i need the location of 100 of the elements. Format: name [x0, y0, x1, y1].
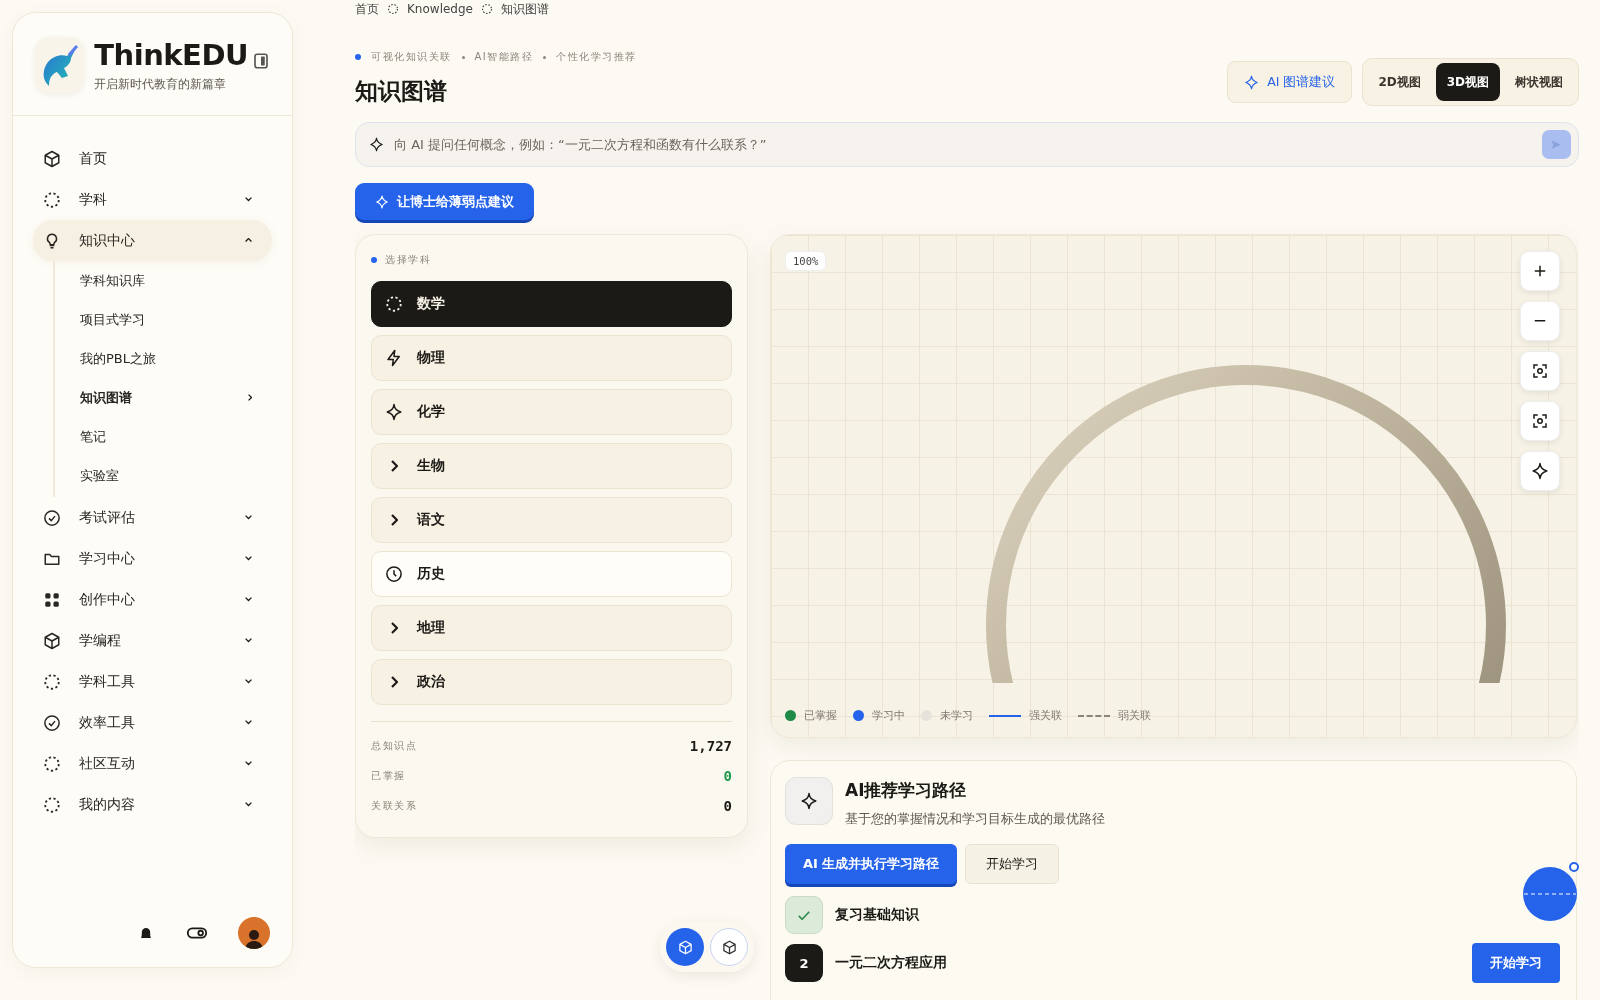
feature-tag: 个性化学习推荐: [556, 50, 637, 64]
nav-item[interactable]: 学科工具: [33, 661, 272, 702]
view-tab[interactable]: 树状视图: [1504, 63, 1574, 101]
ai-suggest-button[interactable]: AI 图谱建议: [1227, 61, 1353, 103]
stat-label: 已掌握: [371, 769, 406, 783]
avatar[interactable]: [238, 917, 270, 949]
grid-icon: [43, 590, 61, 609]
chevron-icon: [390, 676, 398, 688]
status-dot: [355, 54, 361, 60]
subject-item[interactable]: 地理: [371, 605, 732, 651]
legend-label: 强关联: [1029, 708, 1062, 723]
submenu-item[interactable]: 实验室: [55, 456, 272, 495]
focus-icon: [385, 295, 403, 313]
view-tab[interactable]: 3D视图: [1435, 63, 1500, 101]
zoom-in-button[interactable]: [1520, 251, 1560, 291]
check-icon: [798, 910, 810, 920]
subject-item[interactable]: 生物: [371, 443, 732, 489]
cube-icon: [677, 939, 693, 955]
breadcrumb-link[interactable]: 知识图谱: [500, 0, 549, 18]
submenu-item[interactable]: 学科知识库: [55, 261, 272, 300]
chevron-icon: [247, 394, 252, 401]
stat-value: 1,727: [689, 738, 732, 754]
step-number: 2: [785, 944, 823, 982]
stat-label: 关联关系: [371, 799, 417, 813]
focus-icon: [480, 3, 493, 15]
check-circle-icon: [43, 713, 61, 732]
submenu-item[interactable]: 项目式学习: [55, 300, 272, 339]
nav-item[interactable]: 知识中心: [33, 220, 272, 261]
check-circle-icon: [43, 508, 61, 527]
fit-icon: [1531, 362, 1549, 380]
reset-view-button[interactable]: [1520, 401, 1560, 441]
lightning-icon: [385, 349, 403, 367]
person-silhouette-icon: [244, 927, 264, 949]
subject-item[interactable]: 政治: [371, 659, 732, 705]
subject-item[interactable]: 语文: [371, 497, 732, 543]
clock-icon: [385, 565, 403, 583]
nav-item[interactable]: 首页: [33, 138, 272, 179]
breadcrumb-link[interactable]: 首页: [355, 0, 379, 18]
panel-toggle-icon: [252, 51, 270, 70]
card-title: AI推荐学习路径: [845, 779, 968, 802]
status-dot: [371, 257, 377, 263]
nav-item[interactable]: 学科: [33, 179, 272, 220]
3d-mode-button[interactable]: [666, 928, 704, 966]
sparkle-icon: [375, 194, 389, 209]
nav-item[interactable]: 效率工具: [33, 702, 272, 743]
step-title: 一元二次方程应用: [835, 954, 947, 972]
weak-points-button[interactable]: 让博士给薄弱点建议: [355, 183, 534, 220]
chevron-icon: [245, 238, 252, 243]
cube-icon: [43, 149, 61, 168]
nav-item[interactable]: 学编程: [33, 620, 272, 661]
stat-value: 0: [723, 768, 732, 784]
ai-button[interactable]: [1520, 451, 1560, 491]
focus-icon: [387, 3, 399, 15]
legend-label: 弱关联: [1118, 708, 1151, 723]
nav-item[interactable]: 社区互动: [33, 743, 272, 784]
minus-icon: [1534, 320, 1546, 322]
subject-item[interactable]: 历史: [371, 551, 732, 597]
subject-item[interactable]: 数学: [371, 281, 732, 327]
view-tab[interactable]: 2D视图: [1367, 63, 1432, 101]
ask-field[interactable]: 向 AI 提问任何概念，例如：“一元二次方程和函数有什么联系？”: [355, 122, 1579, 167]
chevron-icon: [390, 622, 398, 634]
subject-item[interactable]: 物理: [371, 335, 732, 381]
stat-value: 0: [723, 798, 732, 814]
focus-icon: [43, 754, 61, 773]
focus-icon: [43, 795, 61, 814]
nav-item[interactable]: 我的内容: [33, 784, 272, 825]
sparkle-icon: [1531, 462, 1549, 480]
card-subtitle: 基于您的掌握情况和学习目标生成的最优路径: [845, 810, 1105, 828]
chevron-icon: [390, 514, 398, 526]
submenu-item[interactable]: 知识图谱: [55, 378, 272, 417]
fit-icon: [1531, 412, 1549, 430]
nav-item[interactable]: 学习中心: [33, 538, 272, 579]
step-title: 复习基础知识: [835, 906, 919, 924]
chevron-icon: [390, 460, 398, 472]
focus-icon: [43, 190, 61, 209]
nav-item[interactable]: 考试评估: [33, 497, 272, 538]
submenu-item[interactable]: 笔记: [55, 417, 272, 456]
chevron-icon: [245, 197, 252, 202]
focus-icon: [43, 672, 61, 691]
fit-view-button[interactable]: [1520, 351, 1560, 391]
2d-mode-button[interactable]: [710, 928, 748, 966]
start-learning-button[interactable]: 开始学习: [965, 844, 1060, 884]
stat-label: 总知识点: [371, 739, 417, 753]
generate-path-button[interactable]: AI 生成并执行学习路径: [785, 844, 958, 884]
legend-label: 未学习: [940, 708, 973, 723]
nav-item[interactable]: 创作中心: [33, 579, 272, 620]
page-title: 知识图谱: [355, 77, 448, 106]
subject-item[interactable]: 化学: [371, 389, 732, 435]
cube-icon: [721, 939, 737, 955]
feature-tag: AI智能路径: [474, 50, 534, 64]
breadcrumb-link[interactable]: Knowledge: [407, 2, 473, 16]
chevron-icon: [245, 802, 252, 807]
separator-dot: [543, 55, 547, 59]
chevron-icon: [245, 720, 252, 725]
legend-label: 学习中: [872, 708, 905, 723]
start-step-button[interactable]: 开始学习: [1472, 943, 1560, 983]
plus-icon: [1534, 265, 1546, 277]
chevron-icon: [245, 679, 252, 684]
cube-icon: [43, 631, 61, 650]
submenu-item[interactable]: 我的PBL之旅: [55, 339, 272, 378]
